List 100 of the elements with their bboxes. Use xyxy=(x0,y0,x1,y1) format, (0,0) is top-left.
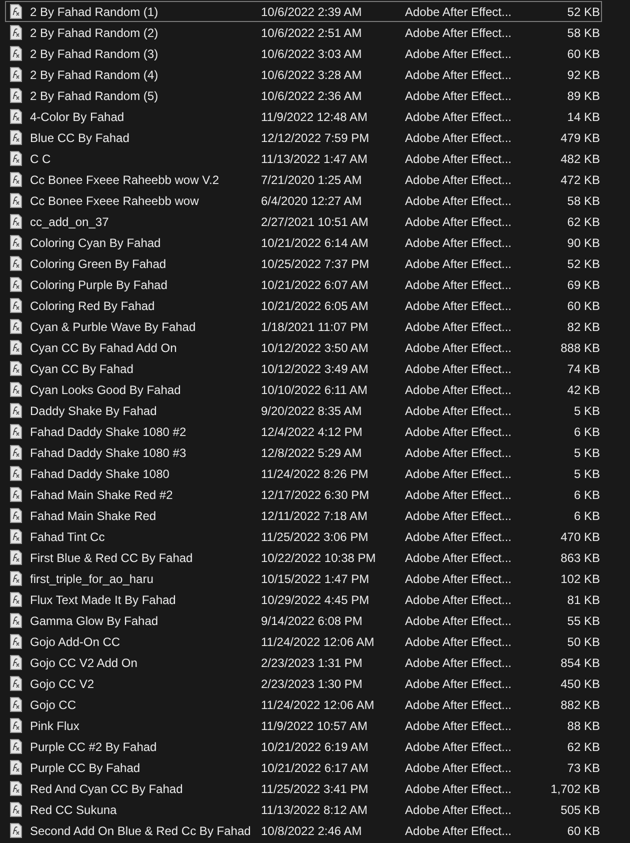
file-row[interactable]: Cyan & Purble Wave By Fahad 1/18/2021 11:07 PM Adobe After Effect... 82 KB xyxy=(5,316,602,337)
file-icon xyxy=(10,340,22,355)
file-row[interactable]: Blue CC By Fahad 12/12/2022 7:59 PM Adobe After Effect... 479 KB xyxy=(5,127,602,148)
file-row[interactable]: Coloring Purple By Fahad 10/21/2022 6:07 AM Adobe After Effect... 69 KB xyxy=(5,274,602,295)
file-row[interactable]: Gojo CC V2 2/23/2023 1:30 PM Adobe After Effect... 450 KB xyxy=(5,673,602,694)
file-name: Fahad Main Shake Red xyxy=(30,508,158,522)
file-size: 888 KB xyxy=(560,340,600,354)
file-row[interactable]: Fahad Main Shake Red 12/11/2022 7:18 AM Adobe After Effect... 6 KB xyxy=(5,505,602,526)
file-size: 482 KB xyxy=(560,152,600,166)
file-row[interactable]: Coloring Green By Fahad 10/25/2022 7:37 PM Adobe After Effect... 52 KB xyxy=(5,253,602,274)
file-name: Coloring Red By Fahad xyxy=(30,298,156,312)
file-row[interactable]: Fahad Daddy Shake 1080 #2 12/4/2022 4:12 PM Adobe After Effect... 6 KB xyxy=(5,421,602,442)
file-row[interactable]: Pink Flux 11/9/2022 10:57 AM Adobe After Effect... 88 KB xyxy=(5,715,602,736)
file-type: Adobe After Effect... xyxy=(405,278,513,292)
file-row[interactable]: 2 By Fahad Random (1) 10/6/2022 2:39 AM Adobe After Effect... 52 KB xyxy=(5,1,602,22)
date-modified: 12/17/2022 6:30 PM xyxy=(261,488,370,502)
file-row[interactable]: Red And Cyan CC By Fahad 11/25/2022 3:41 PM Adobe After Effect... 1,702 KB xyxy=(5,778,602,799)
file-name: first_triple_for_ao_haru xyxy=(30,572,154,586)
date-modified: 2/23/2023 1:30 PM xyxy=(261,676,364,690)
file-type: Adobe After Effect... xyxy=(405,802,513,816)
file-type: Adobe After Effect... xyxy=(405,110,513,124)
file-size: 472 KB xyxy=(560,172,600,186)
file-row[interactable]: 4-Color By Fahad 11/9/2022 12:48 AM Adobe After Effect... 14 KB xyxy=(5,106,602,127)
file-size: 88 KB xyxy=(566,718,600,732)
file-row[interactable]: Cyan Looks Good By Fahad 10/10/2022 6:11 AM Adobe After Effect... 42 KB xyxy=(5,379,602,400)
file-row[interactable]: Red CC Sukuna 11/13/2022 8:12 AM Adobe After Effect... 505 KB xyxy=(5,799,602,820)
file-row[interactable]: Gojo CC 11/24/2022 12:06 AM Adobe After Effect... 882 KB xyxy=(5,694,602,715)
file-row[interactable]: Coloring Cyan By Fahad 10/21/2022 6:14 AM Adobe After Effect... 90 KB xyxy=(5,232,602,253)
file-icon xyxy=(10,487,22,502)
file-row[interactable]: C C 11/13/2022 1:47 AM Adobe After Effect... 482 KB xyxy=(5,148,602,169)
date-modified: 2/23/2023 1:31 PM xyxy=(261,656,364,670)
file-icon xyxy=(10,529,22,544)
file-size: 14 KB xyxy=(566,110,600,124)
file-name: Fahad Daddy Shake 1080 #3 xyxy=(30,446,188,460)
file-row[interactable]: Cc Bonee Fxeee Raheebb wow V.2 7/21/2020 1:25 AM Adobe After Effect... 472 KB xyxy=(5,169,602,190)
file-icon xyxy=(10,46,22,61)
file-name: Flux Text Made It By Fahad xyxy=(30,592,177,606)
file-row[interactable]: Second Add On Blue & Red Cc By Fahad 10/8/2022 2:46 AM Adobe After Effect... 60 KB xyxy=(5,820,602,841)
file-size: 450 KB xyxy=(560,676,600,690)
file-row[interactable]: Cyan CC By Fahad Add On 10/12/2022 3:50 AM Adobe After Effect... 888 KB xyxy=(5,337,602,358)
file-row[interactable]: 2 By Fahad Random (2) 10/6/2022 2:51 AM Adobe After Effect... 58 KB xyxy=(5,22,602,43)
file-size: 102 KB xyxy=(560,572,600,586)
file-name: Purple CC By Fahad xyxy=(30,760,142,774)
file-row[interactable]: first_triple_for_ao_haru 10/15/2022 1:47 PM Adobe After Effect... 102 KB xyxy=(5,568,602,589)
file-name: cc_add_on_37 xyxy=(30,214,110,228)
date-modified: 9/14/2022 6:08 PM xyxy=(261,614,364,628)
file-type: Adobe After Effect... xyxy=(405,824,513,838)
file-icon xyxy=(10,550,22,565)
file-row[interactable]: Cc Bonee Fxeee Raheebb wow 6/4/2020 12:27 AM Adobe After Effect... 58 KB xyxy=(5,190,602,211)
file-row[interactable]: Fahad Main Shake Red #2 12/17/2022 6:30 PM Adobe After Effect... 6 KB xyxy=(5,484,602,505)
file-icon xyxy=(10,592,22,607)
file-row[interactable]: Fahad Daddy Shake 1080 11/24/2022 8:26 PM Adobe After Effect... 5 KB xyxy=(5,463,602,484)
file-name: Coloring Purple By Fahad xyxy=(30,278,168,292)
file-icon xyxy=(10,802,22,817)
file-name: Cyan Looks Good By Fahad xyxy=(30,382,182,396)
file-row[interactable]: Purple CC By Fahad 10/21/2022 6:17 AM Adobe After Effect... 73 KB xyxy=(5,757,602,778)
date-modified: 10/21/2022 6:05 AM xyxy=(261,298,370,312)
file-name: Gojo CC V2 Add On xyxy=(30,656,138,670)
file-name: Cc Bonee Fxeee Raheebb wow V.2 xyxy=(30,172,220,186)
date-modified: 10/10/2022 6:11 AM xyxy=(261,382,369,396)
date-modified: 7/21/2020 1:25 AM xyxy=(261,172,363,186)
file-row[interactable]: Flux Text Made It By Fahad 10/29/2022 4:45 PM Adobe After Effect... 81 KB xyxy=(5,589,602,610)
file-row[interactable]: Gamma Glow By Fahad 9/14/2022 6:08 PM Adobe After Effect... 55 KB xyxy=(5,610,602,631)
file-icon xyxy=(10,613,22,628)
file-icon xyxy=(10,319,22,334)
date-modified: 1/18/2021 11:07 PM xyxy=(261,320,370,334)
file-type: Adobe After Effect... xyxy=(405,172,513,186)
file-name: Cyan CC By Fahad Add On xyxy=(30,340,178,354)
file-size: 42 KB xyxy=(566,382,600,396)
file-icon xyxy=(10,67,22,82)
file-row[interactable]: Cyan CC By Fahad 10/12/2022 3:49 AM Adobe After Effect... 74 KB xyxy=(5,358,602,379)
file-name: Gojo Add-On CC xyxy=(30,634,122,648)
file-name: Coloring Green By Fahad xyxy=(30,256,168,270)
file-row[interactable]: 2 By Fahad Random (4) 10/6/2022 3:28 AM Adobe After Effect... 92 KB xyxy=(5,64,602,85)
file-type: Adobe After Effect... xyxy=(405,634,513,648)
file-row[interactable]: Fahad Tint Cc 11/25/2022 3:06 PM Adobe After Effect... 470 KB xyxy=(5,526,602,547)
file-icon xyxy=(10,403,22,418)
file-row[interactable]: Coloring Red By Fahad 10/21/2022 6:05 AM Adobe After Effect... 60 KB xyxy=(5,295,602,316)
file-row[interactable]: Gojo CC V2 Add On 2/23/2023 1:31 PM Adobe After Effect... 854 KB xyxy=(5,652,602,673)
file-size: 60 KB xyxy=(566,298,600,312)
file-type: Adobe After Effect... xyxy=(405,656,513,670)
file-row[interactable]: 2 By Fahad Random (3) 10/6/2022 3:03 AM Adobe After Effect... 60 KB xyxy=(5,43,602,64)
file-row[interactable]: 2 By Fahad Random (5) 10/6/2022 2:36 AM Adobe After Effect... 89 KB xyxy=(5,85,602,106)
file-row[interactable]: Daddy Shake By Fahad 9/20/2022 8:35 AM Adobe After Effect... 5 KB xyxy=(5,400,602,421)
file-name: Cyan CC By Fahad xyxy=(30,362,134,376)
file-row[interactable]: First Blue & Red CC By Fahad 10/22/2022 10:38 PM Adobe After Effect... 863 KB xyxy=(5,547,602,568)
file-type: Adobe After Effect... xyxy=(405,404,513,418)
file-row[interactable]: Gojo Add-On CC 11/24/2022 12:06 AM Adobe After Effect... 50 KB xyxy=(5,631,602,652)
date-modified: 10/8/2022 2:46 AM xyxy=(261,824,363,838)
file-icon xyxy=(10,571,22,586)
date-modified: 10/29/2022 4:45 PM xyxy=(261,592,370,606)
file-row[interactable]: Purple CC #2 By Fahad 10/21/2022 6:19 AM Adobe After Effect... 62 KB xyxy=(5,736,602,757)
file-icon xyxy=(10,634,22,649)
file-size: 6 KB xyxy=(572,488,600,502)
file-row[interactable]: Fahad Daddy Shake 1080 #3 12/8/2022 5:29 AM Adobe After Effect... 5 KB xyxy=(5,442,602,463)
file-size: 62 KB xyxy=(566,214,600,228)
date-modified: 11/13/2022 1:47 AM xyxy=(261,152,369,166)
file-icon xyxy=(10,298,22,313)
file-row[interactable]: cc_add_on_37 2/27/2021 10:51 AM Adobe After Effect... 62 KB xyxy=(5,211,602,232)
file-icon xyxy=(10,760,22,775)
